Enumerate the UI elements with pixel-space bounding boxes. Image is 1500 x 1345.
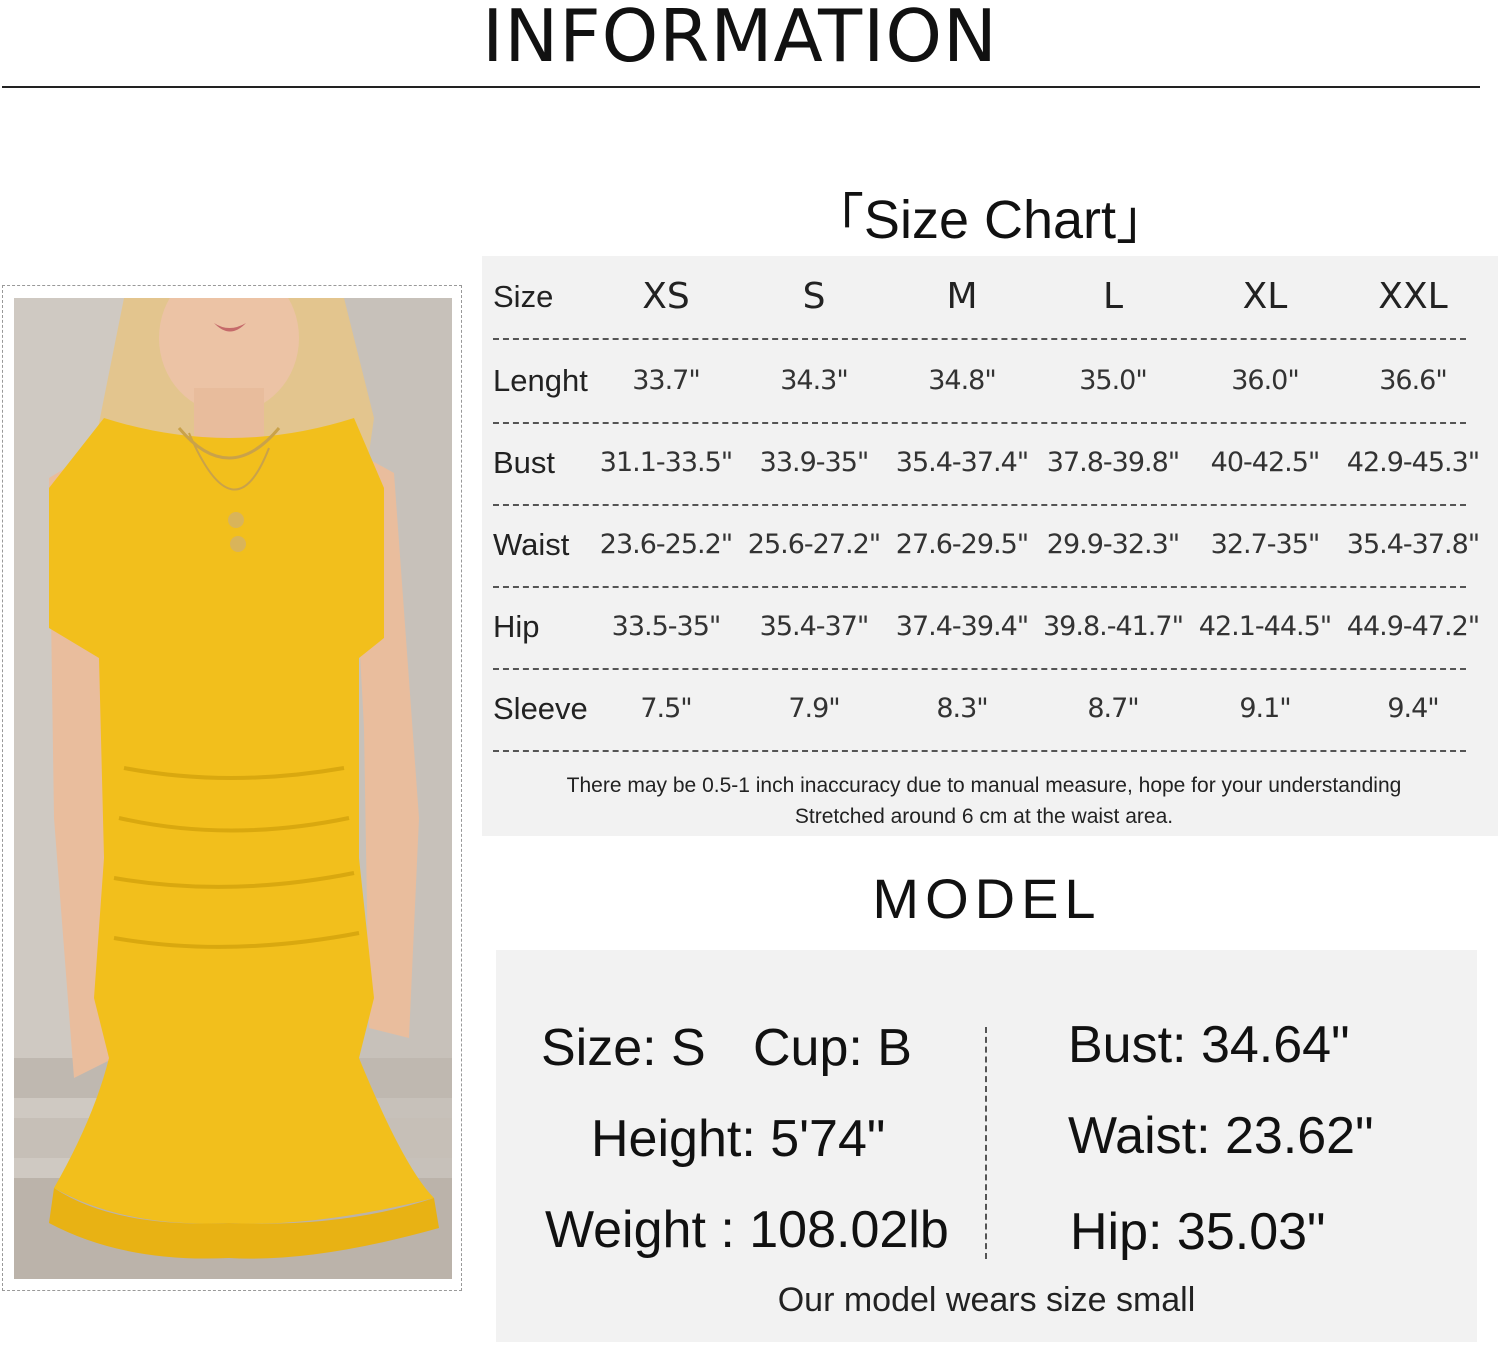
row-label: Hip <box>493 609 540 644</box>
size-xs-header: XS <box>642 276 690 317</box>
size-l-header: L <box>1102 276 1124 317</box>
product-photo <box>14 298 452 1279</box>
waist-row: Waist 23.6-25.2" 25.6-27.2" 27.6-29.5" 2… <box>493 504 1480 588</box>
model-hip: Hip: 35.03" <box>1070 1203 1326 1261</box>
table-cell: 25.6-27.2" <box>747 529 881 560</box>
row-label: Bust <box>493 445 556 480</box>
size-m-header: M <box>946 276 978 317</box>
table-cell: 42.9-45.3" <box>1346 447 1480 478</box>
row-label: Lenght <box>493 363 588 398</box>
table-cell: 44.9-47.2" <box>1346 611 1480 642</box>
row-label: Sleeve <box>493 691 588 726</box>
model-cup: Cup: B <box>753 1019 912 1077</box>
size-s-header: S <box>802 276 826 317</box>
table-cell: 33.5-35" <box>611 611 722 642</box>
hip-row: Hip 33.5-35" 35.4-37" 37.4-39.4" 39.8.-4… <box>493 586 1480 670</box>
table-cell: 7.5" <box>640 693 692 724</box>
table-cell: 8.3" <box>936 693 988 724</box>
sleeve-row: Sleeve 7.5" 7.9" 8.3" 8.7" 9.1" 9.4" <box>493 668 1466 752</box>
size-header-label: Size <box>493 279 554 314</box>
page-title: INFORMATION <box>482 0 998 78</box>
measurement-note: There may be 0.5-1 inch inaccuracy due t… <box>566 774 1402 797</box>
model-in-yellow-dress-image <box>14 298 452 1279</box>
model-weight: Weight : 108.02lb <box>545 1201 949 1259</box>
table-cell: 35.4-37.8" <box>1346 529 1480 560</box>
table-cell: 37.4-39.4" <box>895 611 1029 642</box>
title-divider <box>2 86 1480 88</box>
table-cell: 34.8" <box>928 365 997 396</box>
table-cell: 23.6-25.2" <box>599 529 733 560</box>
size-chart-title: 「Size Chart」 <box>809 190 1171 250</box>
model-bust: Bust: 34.64" <box>1068 1016 1350 1074</box>
table-cell: 33.9-35" <box>759 447 870 478</box>
table-cell: 9.1" <box>1239 693 1291 724</box>
model-section-title: MODEL <box>872 867 1102 930</box>
model-height: Height: 5'74" <box>591 1110 886 1168</box>
table-cell: 36.6" <box>1379 365 1448 396</box>
length-row: Lenght 33.7" 34.3" 34.8" 35.0" 36.0" 36.… <box>493 340 1466 424</box>
stretch-note: Stretched around 6 cm at the waist area. <box>794 805 1174 828</box>
table-cell: 33.7" <box>632 365 701 396</box>
table-cell: 35.4-37.4" <box>895 447 1029 478</box>
size-xl-header: XL <box>1242 276 1288 317</box>
size-header-row: Size XS S M L XL XXL <box>493 256 1466 340</box>
table-cell: 37.8-39.8" <box>1046 447 1180 478</box>
table-cell: 31.1-33.5" <box>599 447 733 478</box>
table-cell: 40-42.5" <box>1210 447 1321 478</box>
table-cell: 39.8.-41.7" <box>1043 611 1184 642</box>
table-cell: 29.9-32.3" <box>1046 529 1180 560</box>
table-cell: 27.6-29.5" <box>895 529 1029 560</box>
table-cell: 34.3" <box>780 365 849 396</box>
bust-row: Bust 31.1-33.5" 33.9-35" 35.4-37.4" 37.8… <box>493 422 1480 506</box>
table-cell: 35.4-37" <box>759 611 870 642</box>
model-waist: Waist: 23.62" <box>1068 1107 1374 1165</box>
model-info-divider <box>985 1027 987 1259</box>
table-cell: 7.9" <box>788 693 840 724</box>
table-cell: 36.0" <box>1231 365 1300 396</box>
table-cell: 42.1-44.5" <box>1198 611 1332 642</box>
table-cell: 35.0" <box>1079 365 1148 396</box>
size-xxl-header: XXL <box>1378 276 1448 317</box>
model-caption: Our model wears size small <box>777 1281 1196 1319</box>
table-cell: 32.7-35" <box>1210 529 1321 560</box>
row-label: Waist <box>493 527 570 562</box>
model-size: Size: S <box>541 1019 706 1077</box>
table-cell: 9.4" <box>1387 693 1439 724</box>
table-cell: 8.7" <box>1087 693 1139 724</box>
